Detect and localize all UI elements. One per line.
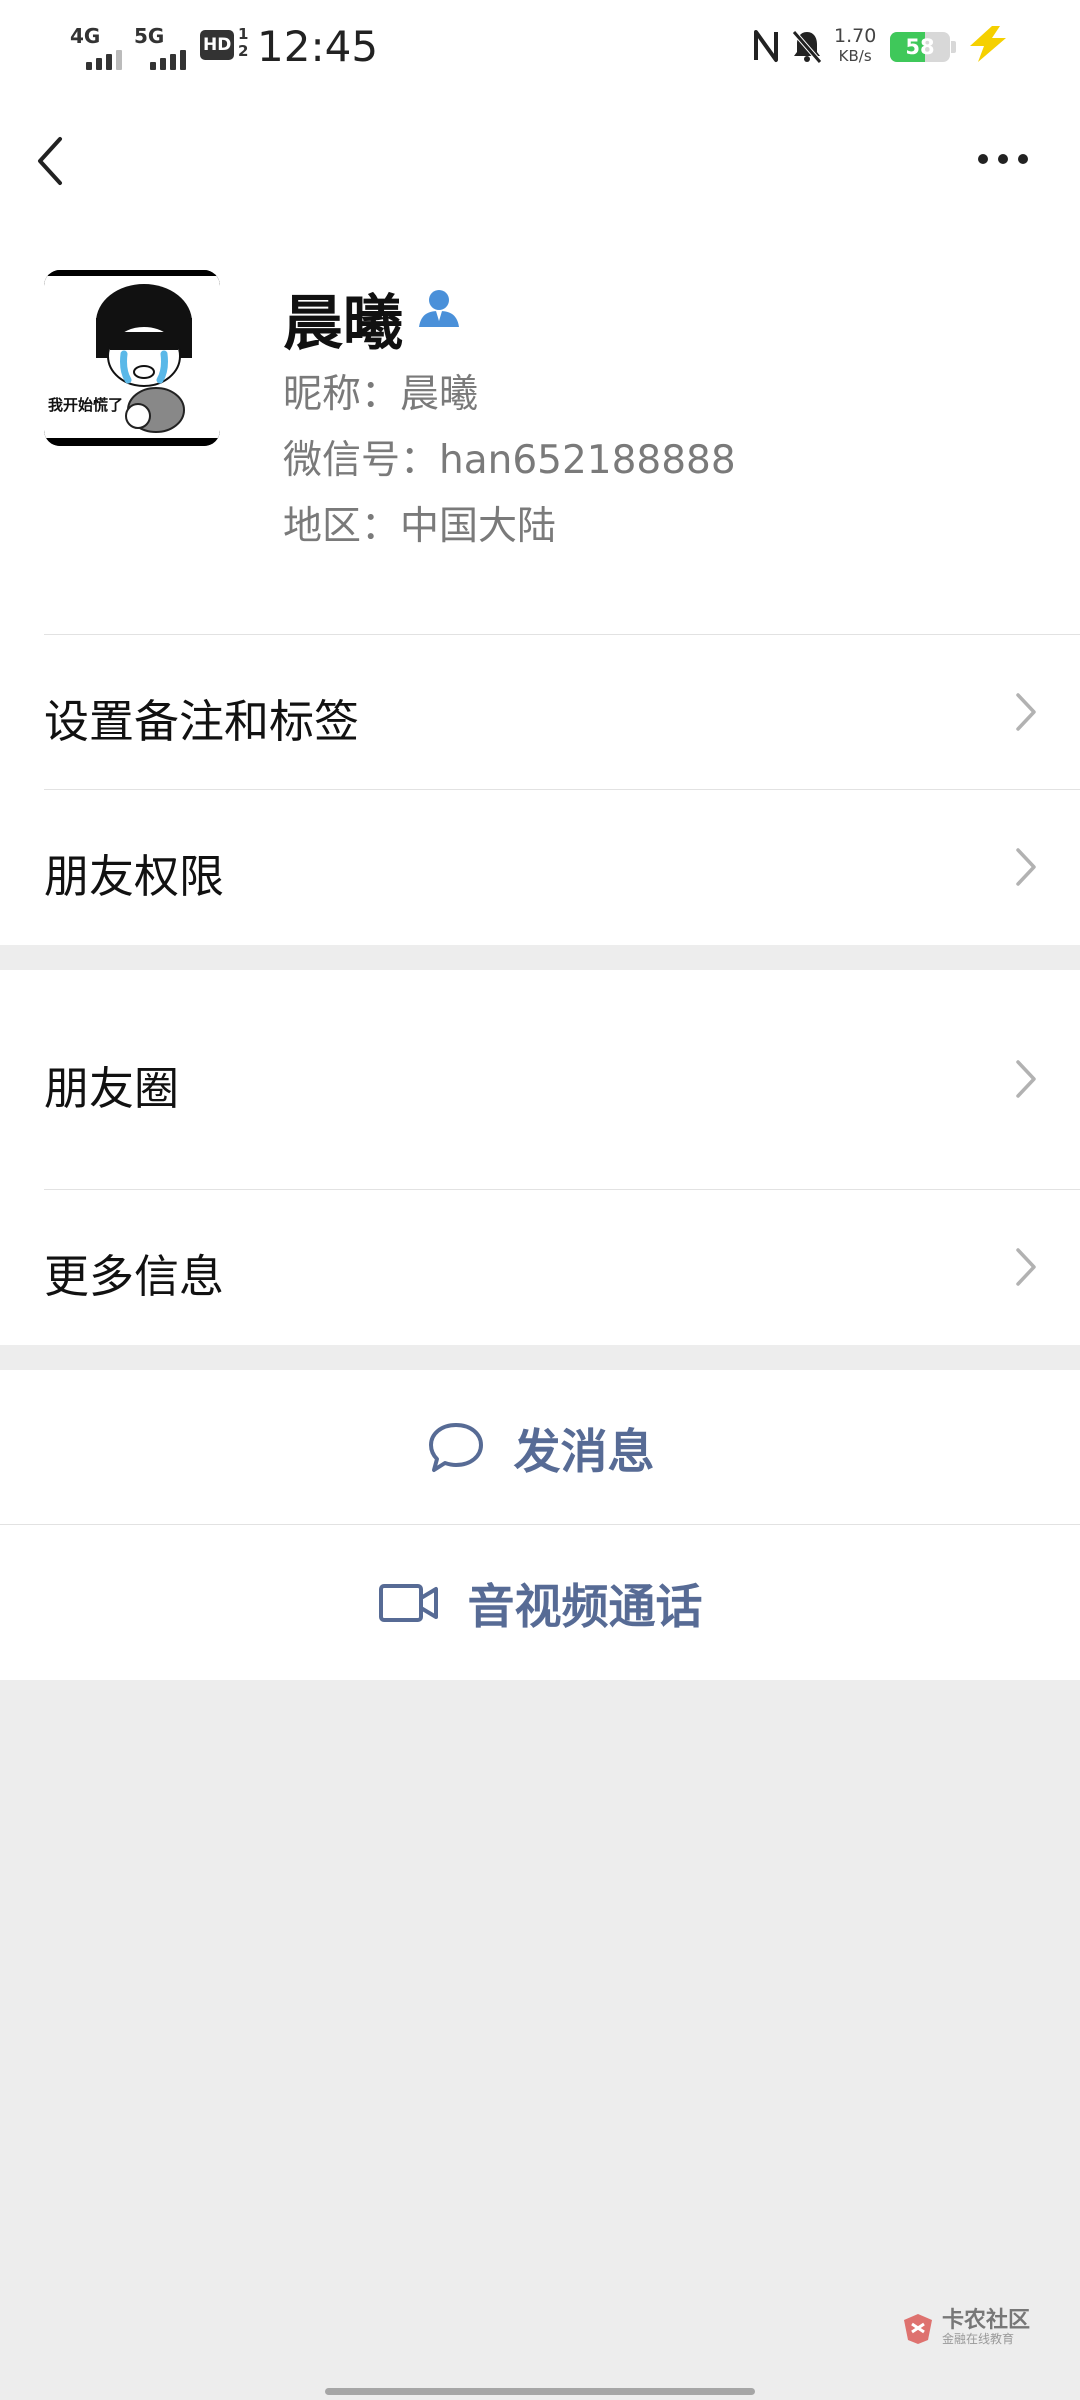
watermark: 卡农社区 金融在线教育 [900,2310,1030,2346]
charging-icon [970,26,1006,62]
network-speed: 1.70 KB/s [834,26,876,66]
sim2-label: 5G [134,24,165,48]
watermark-title: 卡农社区 [942,2308,1031,2333]
top-bar [0,95,1080,225]
more-options-icon[interactable] [975,151,1031,167]
send-message-label: 发消息 [513,1425,655,1480]
bell-muted-icon [792,30,822,64]
menu-item-remark-tags[interactable]: 设置备注和标签 [0,635,1080,790]
home-indicator[interactable] [325,2388,755,2395]
signal-bars-icon [150,50,186,70]
status-bar: 4G 5G HD 1 2 12:45 1.70 KB/s 58 [0,0,1080,95]
menu-item-label: 朋友权限 [44,850,225,903]
menu-item-moments[interactable]: 朋友圈 [0,970,1080,1190]
contact-person-icon [419,290,459,327]
network-speed-value: 1.70 [834,25,877,47]
hd-sim-index: 1 2 [238,26,248,60]
battery-tip [951,41,956,53]
video-call-content: 音视频通话 [0,1525,1080,1680]
menu-item-label: 更多信息 [44,1250,225,1303]
chat-bubble-icon [428,1422,483,1472]
hd-sim-index-bottom: 2 [238,42,249,60]
watermark-subtitle: 金融在线教育 [942,2332,1015,2346]
contact-region: 地区：中国大陆 [283,504,557,549]
network-speed-unit: KB/s [838,47,872,65]
nfc-icon [754,30,778,62]
avatar-caption: 我开始慌了 [48,396,123,414]
avatar-image: 我开始慌了 [44,270,220,446]
sim1-signal: 4G [70,26,122,70]
menu-item-friend-permissions[interactable]: 朋友权限 [0,790,1080,945]
chevron-right-icon [1016,848,1036,886]
video-camera-icon [378,1583,438,1622]
contact-nickname: 昵称：晨曦 [283,372,479,417]
chevron-right-icon [1016,693,1036,731]
menu-item-label: 朋友圈 [44,1062,180,1115]
back-chevron-icon[interactable] [30,133,70,189]
video-call-label: 音视频通话 [467,1580,703,1635]
profile-header: 我开始慌了 晨曦 昵称：晨曦 微信号：han652188888 地区：中国大陆 [0,225,1080,635]
hd-sim-index-top: 1 [238,25,249,43]
watermark-text: 卡农社区 金融在线教育 [942,2308,1031,2347]
sim2-signal: 5G [134,26,186,70]
chevron-right-icon [1016,1248,1036,1286]
send-message-content: 发消息 [0,1370,1080,1525]
avatar[interactable]: 我开始慌了 [44,270,220,446]
video-call-button[interactable]: 音视频通话 [0,1525,1080,1680]
battery-icon: 58 [890,32,950,62]
signal-bars-icon [86,50,122,70]
contact-name: 晨曦 [283,289,403,359]
chevron-right-icon [1016,1060,1036,1098]
contact-wechat-id: 微信号：han652188888 [283,438,736,483]
menu-item-label: 设置备注和标签 [44,695,360,748]
sim1-label: 4G [70,24,101,48]
watermark-logo-icon [904,2314,932,2344]
battery-level: 58 [905,35,935,59]
status-time: 12:45 [257,22,379,71]
hd-voice-icon: HD [200,30,234,60]
menu-item-more-info[interactable]: 更多信息 [0,1190,1080,1345]
send-message-button[interactable]: 发消息 [0,1370,1080,1525]
